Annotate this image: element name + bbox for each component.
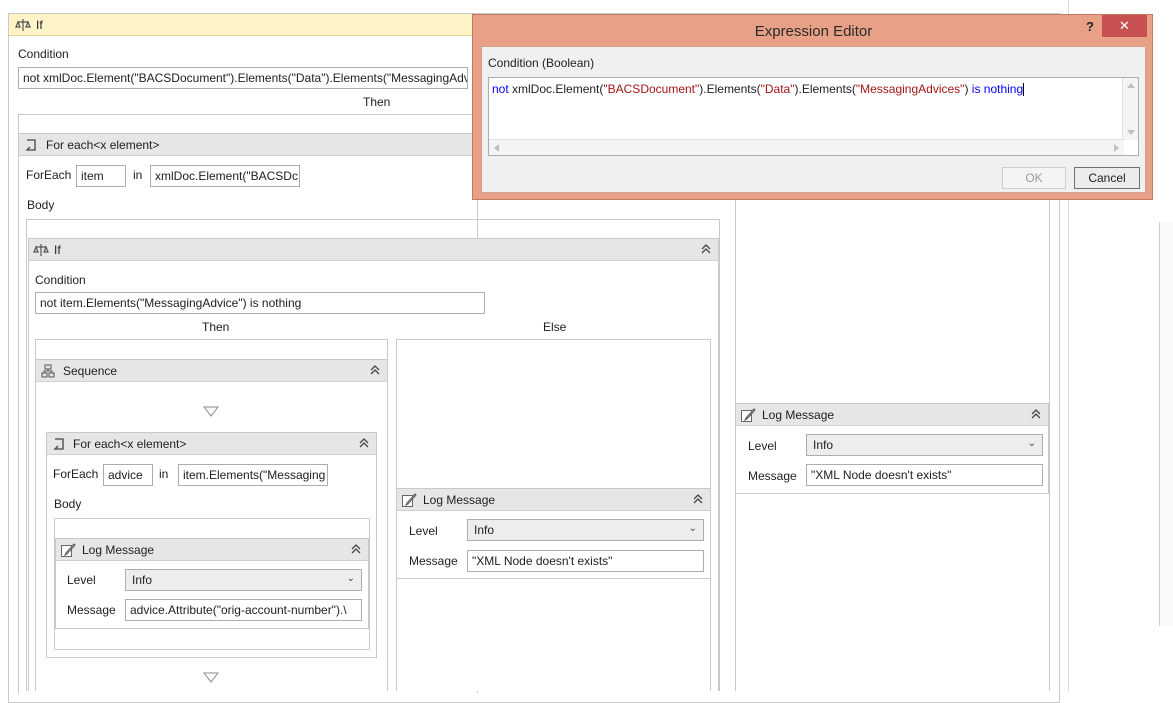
inner-then-label: Then bbox=[202, 320, 230, 334]
inner-if-title: If bbox=[54, 243, 61, 257]
log-inner-header[interactable]: Log Message bbox=[56, 539, 368, 561]
log-right-level-select[interactable]: Info ⌄ bbox=[806, 434, 1043, 456]
expr-keyword-not: not bbox=[492, 82, 509, 96]
scroll-left-icon[interactable] bbox=[493, 144, 499, 152]
log-inner-title: Log Message bbox=[82, 543, 155, 557]
log-inner-level-label: Level bbox=[67, 573, 96, 587]
cancel-button[interactable]: Cancel bbox=[1074, 167, 1140, 189]
expression-text: not xmlDoc.Element("BACSDocument").Eleme… bbox=[492, 82, 1025, 97]
foreach-icon bbox=[25, 139, 36, 151]
expression-textbox[interactable]: not xmlDoc.Element("BACSDocument").Eleme… bbox=[488, 77, 1139, 156]
dropdown-chevron-icon: ⌄ bbox=[688, 523, 697, 534]
outer-condition-label: Condition bbox=[18, 47, 69, 61]
drop-arrow-icon[interactable] bbox=[203, 406, 219, 418]
if-icon bbox=[15, 19, 31, 31]
outer-then-label: Then bbox=[363, 95, 391, 109]
log-else-header[interactable]: Log Message bbox=[397, 489, 710, 511]
foreach-outer-header[interactable]: For each<x element> bbox=[19, 134, 477, 156]
drop-arrow-icon[interactable] bbox=[203, 672, 219, 684]
inner-condition-field[interactable]: not item.Elements("MessagingAdvice") is … bbox=[35, 292, 485, 314]
foreach-inner-collection-field[interactable]: item.Elements("Messaging bbox=[178, 464, 328, 486]
log-else-message-field[interactable]: "XML Node doesn't exists" bbox=[467, 550, 704, 572]
log-else-message-label: Message bbox=[409, 554, 458, 568]
collapse-icon[interactable] bbox=[1030, 408, 1042, 420]
inner-else-label: Else bbox=[543, 320, 567, 334]
foreach-inner-header[interactable]: For each<x element> bbox=[47, 433, 376, 455]
log-else-level-select[interactable]: Info ⌄ bbox=[467, 519, 704, 541]
log-right-level-value: Info bbox=[813, 438, 834, 452]
sequence-icon bbox=[41, 364, 55, 378]
log-right-title: Log Message bbox=[762, 408, 835, 422]
log-inner-level-value: Info bbox=[132, 573, 153, 587]
foreach-outer-item-field[interactable]: item bbox=[76, 165, 126, 187]
if-icon bbox=[33, 244, 49, 256]
collapse-icon[interactable] bbox=[700, 243, 712, 255]
log-else-level-value: Info bbox=[474, 523, 495, 537]
collapse-icon[interactable] bbox=[369, 364, 381, 376]
expression-editor-dialog[interactable]: Expression Editor ? ✕ Condition (Boolean… bbox=[472, 14, 1153, 200]
expr-keyword-is-nothing: is nothing bbox=[971, 82, 1024, 96]
log-right-message-label: Message bbox=[748, 469, 797, 483]
expr-part-3: ).Elements( bbox=[794, 82, 856, 96]
collapse-icon[interactable] bbox=[692, 493, 704, 505]
foreach-inner-item-field[interactable]: advice bbox=[103, 464, 153, 486]
foreach-outer-in-label: in bbox=[133, 168, 143, 182]
foreach-inner-in-label: in bbox=[159, 467, 169, 481]
foreach-outer-body-label: Body bbox=[27, 198, 55, 212]
close-icon: ✕ bbox=[1119, 18, 1130, 33]
collapse-icon[interactable] bbox=[358, 437, 370, 449]
foreach-icon bbox=[53, 438, 64, 450]
expr-part-1: xmlDoc.Element( bbox=[508, 82, 604, 96]
expression-vscroll[interactable] bbox=[1122, 78, 1138, 140]
dropdown-chevron-icon: ⌄ bbox=[346, 573, 355, 584]
expr-part-2: ).Elements( bbox=[699, 82, 761, 96]
foreach-outer-title: For each<x element> bbox=[46, 138, 160, 152]
foreach-inner-body-label: Body bbox=[54, 497, 82, 511]
foreach-inner-title: For each<x element> bbox=[73, 437, 187, 451]
dialog-field-label: Condition (Boolean) bbox=[488, 56, 595, 70]
log-else-title: Log Message bbox=[423, 493, 496, 507]
outer-if-title: If bbox=[36, 18, 43, 32]
collapse-icon[interactable] bbox=[350, 543, 362, 555]
dialog-title: Expression Editor bbox=[754, 23, 873, 40]
inner-condition-label: Condition bbox=[35, 273, 86, 287]
log-inner-message-label: Message bbox=[67, 603, 116, 617]
log-else-level-label: Level bbox=[409, 524, 438, 538]
foreach-inner-foreach-label: ForEach bbox=[53, 467, 99, 481]
log-inner-message-field[interactable]: advice.Attribute("orig-account-number").… bbox=[125, 599, 362, 621]
outer-condition-field[interactable]: not xmlDoc.Element("BACSDocument").Eleme… bbox=[18, 67, 468, 89]
log-message-icon bbox=[741, 408, 756, 422]
expression-hscroll[interactable] bbox=[489, 139, 1124, 155]
dialog-close-button[interactable]: ✕ bbox=[1102, 15, 1147, 37]
dialog-help-button[interactable]: ? bbox=[1079, 19, 1101, 37]
scroll-down-icon[interactable] bbox=[1127, 130, 1135, 136]
scroll-up-icon[interactable] bbox=[1127, 82, 1135, 88]
vertical-scrollbar[interactable] bbox=[1159, 222, 1173, 626]
expr-string-2: "Data" bbox=[760, 82, 795, 96]
log-inner-level-select[interactable]: Info ⌄ bbox=[125, 569, 362, 591]
ok-button[interactable]: OK bbox=[1002, 167, 1066, 189]
log-right-level-label: Level bbox=[748, 439, 777, 453]
inner-if-header[interactable]: If bbox=[29, 239, 718, 261]
log-message-icon bbox=[61, 543, 76, 557]
scroll-right-icon[interactable] bbox=[1114, 144, 1120, 152]
dialog-client-area: Condition (Boolean) not xmlDoc.Element("… bbox=[481, 46, 1146, 193]
expr-part-4: ) bbox=[964, 82, 972, 96]
expr-string-3: "MessagingAdvices" bbox=[855, 82, 965, 96]
text-caret bbox=[1023, 83, 1025, 97]
foreach-outer-foreach-label: ForEach bbox=[26, 168, 72, 182]
log-right-message-field[interactable]: "XML Node doesn't exists" bbox=[806, 464, 1043, 486]
log-right-header[interactable]: Log Message bbox=[736, 404, 1048, 426]
sequence-title: Sequence bbox=[63, 364, 118, 378]
dropdown-chevron-icon: ⌄ bbox=[1027, 438, 1036, 449]
sequence-header[interactable]: Sequence bbox=[36, 360, 387, 382]
expr-string-1: "BACSDocument" bbox=[603, 82, 700, 96]
foreach-outer-collection-field[interactable]: xmlDoc.Element("BACSDc bbox=[150, 165, 300, 187]
log-message-icon bbox=[402, 493, 417, 507]
